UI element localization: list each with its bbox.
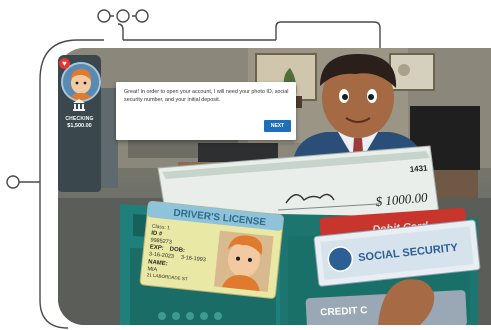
next-button[interactable]: NEXT [264,120,291,132]
banker-dialog: Great! In order to open your account, I … [116,82,296,140]
account-balance: $1,500.00 [67,123,92,129]
drivers-license: DRIVER'S LICENSE Class: 1 ID # 9985273 E… [139,200,284,299]
account-type-label: CHECKING [65,116,94,122]
check-number: 1431 [409,163,428,174]
wall-frame [389,53,435,91]
license-photo [214,230,274,292]
dialog-message: Great! In order to open your account, I … [124,89,289,103]
license-id-label: ID # [151,230,163,237]
player-status-panel: ♥ CHECKING $1,500.00 [58,55,101,192]
health-heart-icon: ♥ [59,58,70,69]
bank-icon [73,99,85,111]
